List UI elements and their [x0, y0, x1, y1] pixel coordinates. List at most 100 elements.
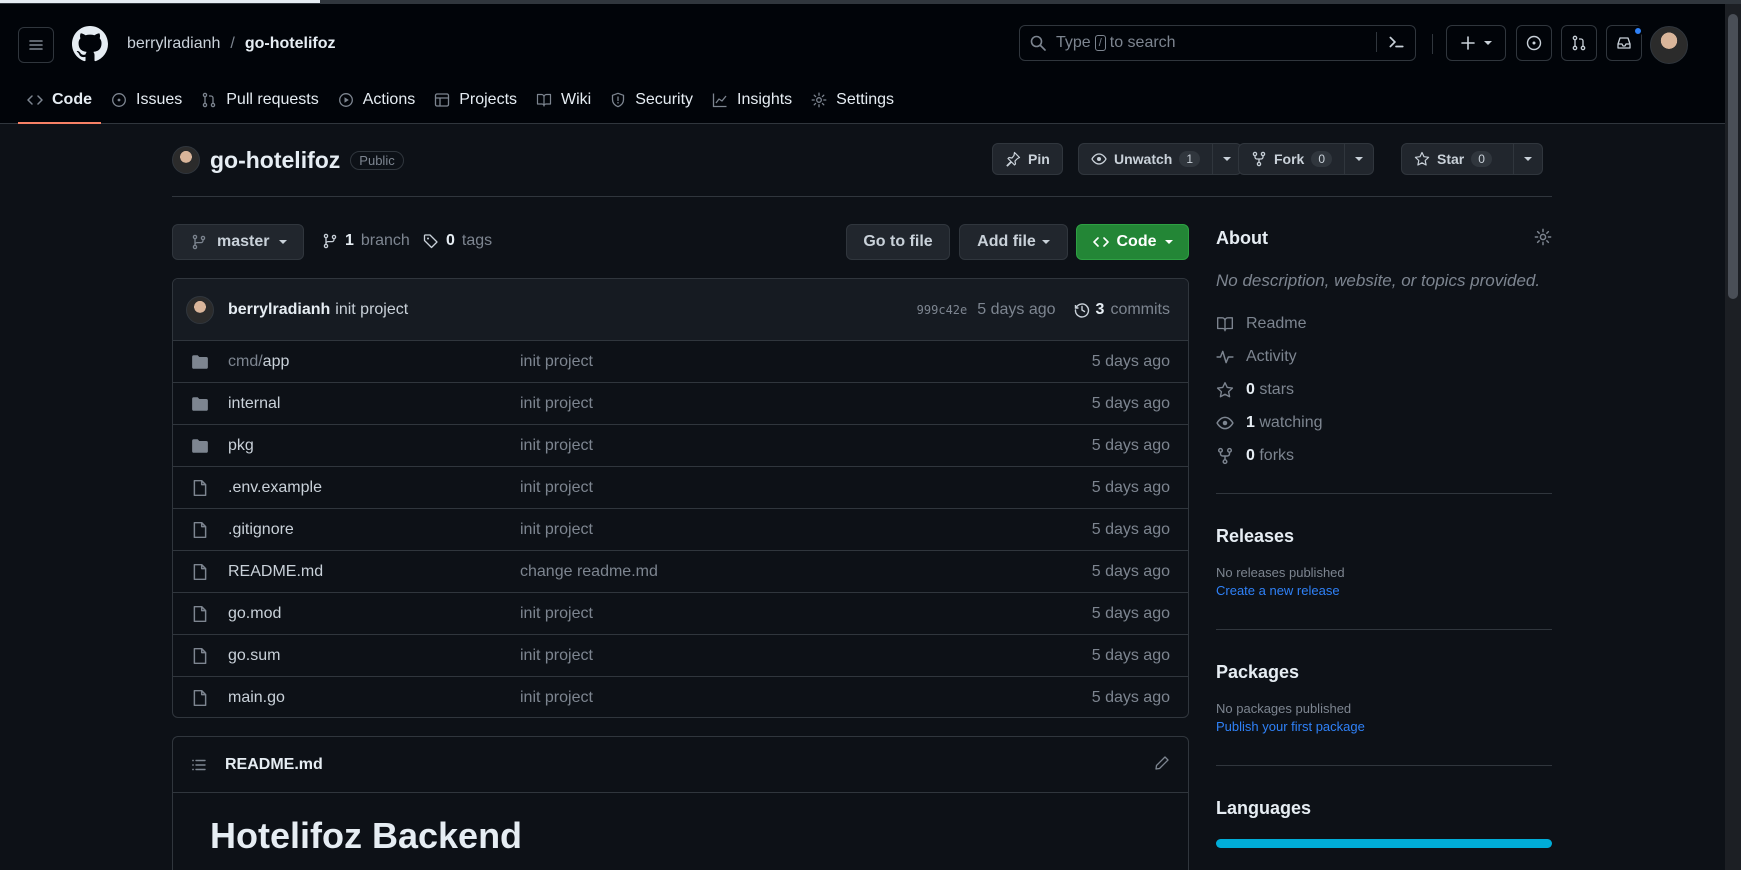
user-avatar[interactable] — [1650, 26, 1688, 64]
edit-about-button[interactable] — [1534, 228, 1552, 246]
watch-count: 1 — [1179, 151, 1201, 167]
forks-link[interactable]: 0 forks — [1216, 439, 1552, 472]
file-name[interactable]: go.sum — [228, 647, 280, 665]
branch-selector[interactable]: master — [172, 224, 304, 260]
file-commit-message[interactable]: init project — [520, 395, 593, 413]
commit-author-avatar[interactable] — [186, 295, 214, 324]
releases-title[interactable]: Releases — [1216, 526, 1552, 547]
file-name[interactable]: README.md — [228, 563, 323, 581]
edit-readme-button[interactable] — [1154, 755, 1170, 771]
file-age: 5 days ago — [1091, 562, 1170, 580]
triangle-down-icon — [1223, 157, 1232, 161]
activity-link-label: Activity — [1246, 347, 1297, 365]
about-list: Readme Activity 0 stars 1 watching 0 for… — [1216, 307, 1552, 472]
latest-commit-row: berrylradianh init project 999c42e 5 day… — [173, 279, 1188, 341]
file-name[interactable]: .gitignore — [228, 521, 294, 539]
commits-link[interactable]: 3 commits — [1074, 301, 1170, 319]
add-file-button[interactable]: Add file — [959, 224, 1068, 260]
tab-security[interactable]: Security — [601, 76, 702, 124]
tab-label: Insights — [737, 91, 793, 108]
tab-label: Issues — [136, 91, 183, 108]
readme-link-label: Readme — [1246, 314, 1307, 332]
file-row[interactable]: pkg init project 5 days ago — [173, 425, 1188, 467]
commit-message[interactable]: init project — [335, 301, 408, 319]
add-file-label: Add file — [977, 233, 1036, 250]
create-release-link[interactable]: Create a new release — [1216, 583, 1552, 598]
packages-title[interactable]: Packages — [1216, 662, 1552, 683]
tab-settings[interactable]: Settings — [802, 76, 903, 124]
readme-filename[interactable]: README.md — [225, 756, 323, 774]
create-new-button[interactable] — [1446, 25, 1506, 61]
unwatch-button[interactable]: Unwatch 1 — [1078, 143, 1214, 175]
file-row[interactable]: main.go init project 5 days ago — [173, 677, 1188, 717]
file-row[interactable]: README.md change readme.md 5 days ago — [173, 551, 1188, 593]
page-scrollbar[interactable] — [1725, 4, 1741, 870]
menu-button[interactable] — [18, 27, 54, 63]
command-palette-button[interactable] — [1376, 32, 1405, 52]
file-commit-message[interactable]: change readme.md — [520, 563, 658, 581]
file-name-text: go.sum — [228, 646, 281, 664]
file-row[interactable]: go.mod init project 5 days ago — [173, 593, 1188, 635]
file-name[interactable]: .env.example — [228, 479, 322, 497]
tab-actions[interactable]: Actions — [329, 76, 424, 124]
file-name[interactable]: go.mod — [228, 605, 281, 623]
file-row[interactable]: go.sum init project 5 days ago — [173, 635, 1188, 677]
file-commit-message[interactable]: init project — [520, 647, 593, 665]
file-name[interactable]: cmd/app — [228, 353, 289, 371]
list-unordered-icon[interactable] — [191, 757, 207, 773]
pin-icon — [1006, 151, 1021, 167]
watching-link[interactable]: 1 watching — [1216, 406, 1552, 439]
inbox-icon — [1617, 37, 1631, 49]
go-to-file-button[interactable]: Go to file — [846, 224, 950, 260]
activity-link[interactable]: Activity — [1216, 340, 1552, 373]
search-input[interactable]: Type / to search — [1019, 25, 1416, 61]
pin-group: Pin — [992, 143, 1063, 175]
readme-panel: README.md Hotelifoz Backend — [172, 736, 1189, 870]
tags-link[interactable]: 0 tags — [423, 232, 492, 250]
file-commit-message[interactable]: init project — [520, 605, 593, 623]
readme-link[interactable]: Readme — [1216, 307, 1552, 340]
tab-insights[interactable]: Insights — [703, 76, 801, 124]
file-row[interactable]: internal init project 5 days ago — [173, 383, 1188, 425]
file-commit-message[interactable]: init project — [520, 437, 593, 455]
tab-wiki[interactable]: Wiki — [527, 76, 600, 124]
fork-dropdown[interactable] — [1345, 143, 1375, 175]
github-logo[interactable] — [72, 26, 108, 62]
file-name[interactable]: pkg — [228, 437, 254, 455]
watch-group: Unwatch 1 — [1078, 143, 1243, 175]
file-commit-message[interactable]: init project — [520, 479, 593, 497]
file-commit-message[interactable]: init project — [520, 689, 593, 707]
tab-projects[interactable]: Projects — [425, 76, 526, 124]
file-row[interactable]: .env.example init project 5 days ago — [173, 467, 1188, 509]
file-icon — [193, 647, 207, 665]
issues-button[interactable] — [1516, 25, 1552, 61]
pulse-icon — [1216, 350, 1234, 363]
file-name[interactable]: main.go — [228, 689, 285, 707]
tab-pull-requests[interactable]: Pull requests — [192, 76, 328, 124]
tab-code[interactable]: Code — [18, 76, 101, 124]
file-row[interactable]: .gitignore init project 5 days ago — [173, 509, 1188, 551]
code-button[interactable]: Code — [1076, 224, 1189, 260]
file-commit-message[interactable]: init project — [520, 521, 593, 539]
breadcrumb-repo[interactable]: go-hotelifoz — [245, 35, 336, 53]
file-row[interactable]: cmd/app init project 5 days ago — [173, 341, 1188, 383]
pin-button[interactable]: Pin — [992, 143, 1063, 175]
file-commit-message[interactable]: init project — [520, 353, 593, 371]
stars-link[interactable]: 0 stars — [1216, 373, 1552, 406]
file-icon — [193, 521, 207, 539]
star-button[interactable]: Star 0 — [1401, 143, 1514, 175]
stars-count: 0 — [1246, 380, 1255, 398]
pull-requests-button[interactable] — [1561, 25, 1597, 61]
repo-name[interactable]: go-hotelifoz — [210, 147, 340, 174]
file-name[interactable]: internal — [228, 395, 280, 413]
tab-issues[interactable]: Issues — [102, 76, 191, 124]
branches-link[interactable]: 1 branch — [322, 232, 410, 250]
scrollbar-thumb[interactable] — [1728, 14, 1738, 299]
publish-package-link[interactable]: Publish your first package — [1216, 719, 1552, 734]
play-icon — [338, 93, 353, 107]
commit-sha[interactable]: 999c42e — [917, 303, 968, 317]
star-dropdown[interactable] — [1514, 143, 1543, 175]
fork-button[interactable]: Fork 0 — [1238, 143, 1346, 175]
breadcrumb-owner[interactable]: berrylradianh — [127, 35, 220, 53]
commit-author[interactable]: berrylradianh — [228, 301, 330, 319]
